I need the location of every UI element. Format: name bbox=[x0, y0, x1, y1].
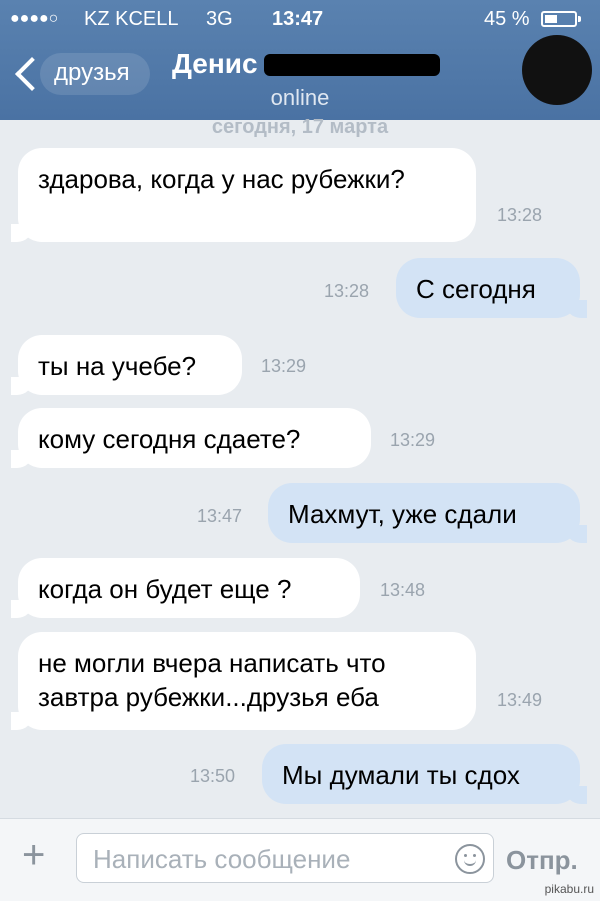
signal-strength-icon: ●●●●○ bbox=[10, 10, 59, 27]
message-text: ты на учебе? bbox=[38, 351, 197, 381]
message-bubble-outgoing[interactable]: С сегодня bbox=[396, 258, 587, 318]
message-bubble-incoming[interactable]: кому сегодня сдаете? bbox=[11, 408, 371, 468]
contact-name: Денис bbox=[172, 48, 258, 79]
message-bubble-outgoing[interactable]: Мы думали ты сдох bbox=[262, 744, 587, 804]
message-timestamp: 13:47 bbox=[197, 506, 243, 526]
message-composer: + Написать сообщение Отпр. bbox=[0, 818, 600, 901]
message-bubble-incoming[interactable]: не могли вчера написать что завтра рубеж… bbox=[11, 632, 476, 730]
battery-icon bbox=[541, 11, 581, 27]
message-bubble-incoming[interactable]: ты на учебе? bbox=[11, 335, 242, 395]
message-text: С сегодня bbox=[416, 274, 536, 304]
date-separator: сегодня, 17 марта bbox=[211, 116, 389, 138]
message-text: Махмут, уже сдали bbox=[288, 499, 517, 529]
carrier-name: KZ KCELL bbox=[84, 8, 179, 30]
message-bubble-outgoing[interactable]: Махмут, уже сдали bbox=[268, 483, 587, 543]
message-timestamp: 13:28 bbox=[324, 281, 370, 301]
message-text: кому сегодня сдаете? bbox=[38, 424, 301, 454]
send-button[interactable]: Отпр. bbox=[506, 845, 578, 876]
message-bubble-incoming[interactable]: когда он будет еще ? bbox=[11, 558, 360, 618]
message-timestamp: 13:50 bbox=[190, 766, 236, 786]
message-text: Мы думали ты сдох bbox=[282, 760, 520, 790]
battery-percentage: 45 % bbox=[484, 8, 530, 30]
status-time: 13:47 bbox=[272, 8, 324, 30]
avatar[interactable] bbox=[522, 35, 592, 105]
message-text: здарова, когда у нас рубежки? bbox=[38, 164, 405, 194]
watermark: pikabu.ru bbox=[544, 882, 594, 896]
message-bubble-incoming[interactable]: здарова, когда у нас рубежки? bbox=[11, 148, 476, 242]
network-type: 3G bbox=[206, 8, 233, 30]
plus-icon[interactable]: + bbox=[22, 835, 45, 875]
message-timestamp: 13:49 bbox=[497, 690, 543, 710]
message-text: когда он будет еще ? bbox=[38, 574, 292, 604]
smiley-icon[interactable] bbox=[455, 844, 485, 874]
message-text: не могли вчера написать что завтра рубеж… bbox=[38, 648, 386, 712]
message-timestamp: 13:48 bbox=[380, 580, 426, 600]
message-timestamp: 13:28 bbox=[497, 205, 543, 225]
chat-header: ●●●●○ KZ KCELL 3G 13:47 45 % друзья Дени… bbox=[0, 0, 600, 120]
message-input-placeholder: Написать сообщение bbox=[93, 844, 351, 874]
message-timestamp: 13:29 bbox=[261, 356, 307, 376]
message-input[interactable]: Написать сообщение bbox=[76, 833, 494, 883]
message-timestamp: 13:29 bbox=[390, 430, 436, 450]
contact-status: online bbox=[270, 85, 330, 110]
redaction-bar bbox=[264, 54, 440, 76]
status-bar: ●●●●○ KZ KCELL 3G 13:47 45 % bbox=[0, 8, 600, 32]
